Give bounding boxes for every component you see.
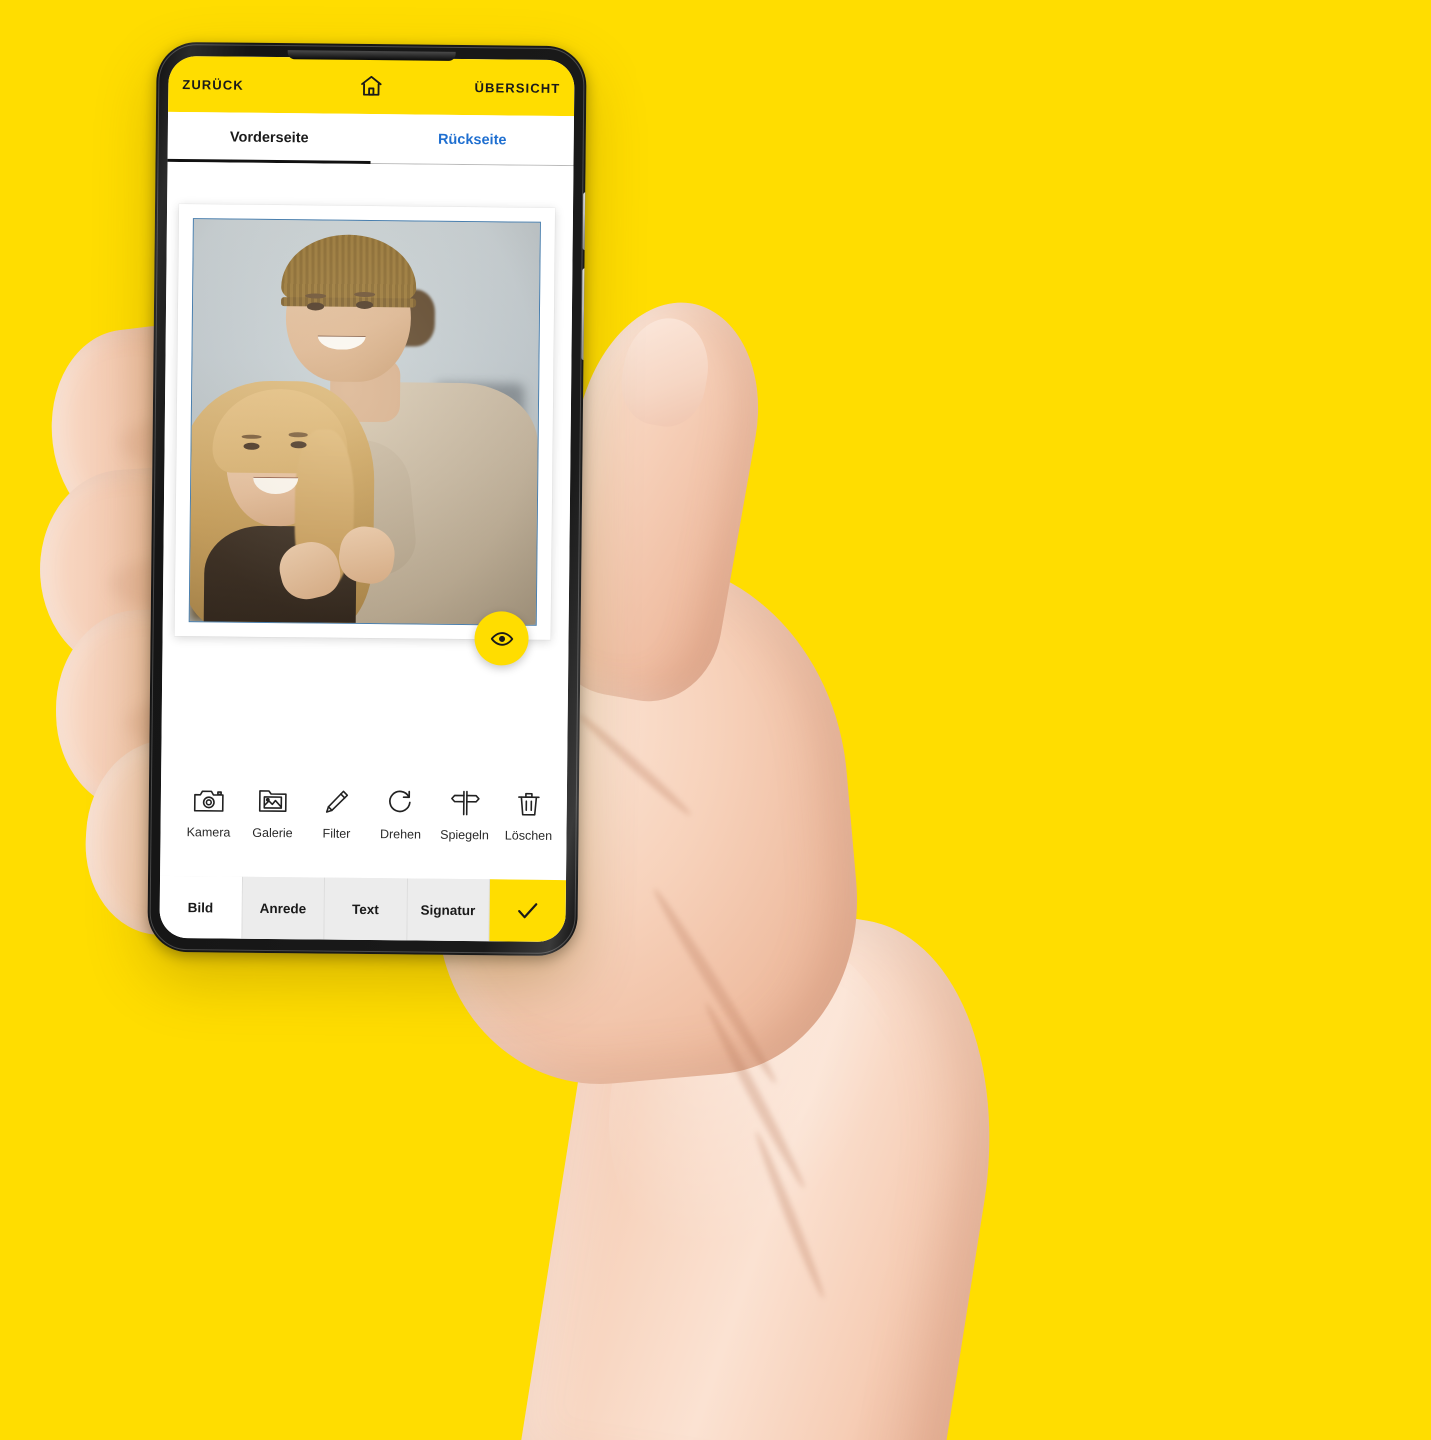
tool-galerie[interactable]: Galerie	[240, 785, 305, 841]
check-icon	[518, 903, 538, 919]
eye-icon	[490, 631, 513, 646]
tool-spiegeln[interactable]: Spiegeln	[432, 787, 497, 843]
rotate-clockwise-icon	[387, 786, 415, 818]
page-side-tabs: Vorderseite Rückseite	[167, 111, 575, 167]
photo-color-grade	[189, 219, 540, 625]
palm-crease	[648, 885, 782, 1087]
photo-frame[interactable]	[188, 218, 541, 626]
back-button[interactable]: ZURÜCK	[182, 77, 244, 93]
nav-anrede[interactable]: Anrede	[241, 876, 326, 940]
gallery-folder-icon	[258, 785, 288, 817]
bottom-segment-nav: Bild Anrede Text Signatur	[159, 875, 567, 943]
tool-label: Kamera	[186, 825, 231, 840]
tool-label: Spiegeln	[440, 827, 489, 843]
signpost-mirror-icon	[450, 787, 480, 819]
tool-loeschen[interactable]: Löschen	[496, 787, 561, 843]
trash-icon	[516, 788, 542, 820]
tool-label: Drehen	[379, 827, 422, 842]
volume-button[interactable]	[581, 268, 587, 361]
tab-vorderseite[interactable]: Vorderseite	[167, 112, 372, 165]
pencil-icon	[324, 786, 350, 818]
home-button[interactable]	[356, 71, 386, 101]
tool-kamera[interactable]: Kamera	[176, 784, 241, 840]
confirm-button[interactable]	[489, 879, 567, 943]
postcard-front-card[interactable]	[174, 204, 556, 666]
tool-label: Filter	[322, 826, 351, 841]
nav-label: Signatur	[420, 902, 476, 918]
tab-rueckseite[interactable]: Rückseite	[370, 114, 575, 167]
palm-crease	[575, 711, 695, 819]
home-icon	[361, 75, 382, 96]
thumb-nail	[614, 311, 717, 433]
power-button[interactable]	[582, 192, 587, 251]
nav-label: Anrede	[259, 900, 307, 916]
palm-crease	[751, 1129, 829, 1301]
card-canvas-area	[161, 161, 574, 773]
nav-label: Bild	[187, 899, 214, 915]
nav-bild[interactable]: Bild	[159, 875, 243, 939]
nav-signatur[interactable]: Signatur	[406, 878, 491, 942]
nav-label: Text	[351, 901, 379, 917]
earpiece-notch	[287, 50, 456, 61]
tool-drehen[interactable]: Drehen	[368, 786, 433, 842]
preview-button[interactable]	[474, 611, 529, 666]
tool-filter[interactable]: Filter	[304, 785, 369, 841]
palm-crease	[700, 1000, 810, 1191]
overview-button[interactable]: ÜBERSICHT	[474, 80, 560, 96]
camera-icon	[193, 784, 225, 816]
image-tools-strip: Kamera Galerie Filter Drehen Spiegeln Lö…	[160, 767, 568, 881]
tool-label: Löschen	[504, 828, 553, 843]
phone-screen: ZURÜCK ÜBERSICHT Vorderseite Rückseite K…	[159, 55, 575, 943]
tab-label: Vorderseite	[229, 129, 309, 147]
smartphone-device: ZURÜCK ÜBERSICHT Vorderseite Rückseite K…	[147, 41, 587, 957]
forearm	[516, 880, 1025, 1440]
tool-label: Galerie	[252, 825, 293, 841]
app-bar: ZURÜCK ÜBERSICHT	[168, 55, 575, 117]
scene: ZURÜCK ÜBERSICHT Vorderseite Rückseite K…	[0, 0, 1431, 1440]
tab-label: Rückseite	[437, 131, 507, 149]
nav-text[interactable]: Text	[324, 877, 408, 941]
